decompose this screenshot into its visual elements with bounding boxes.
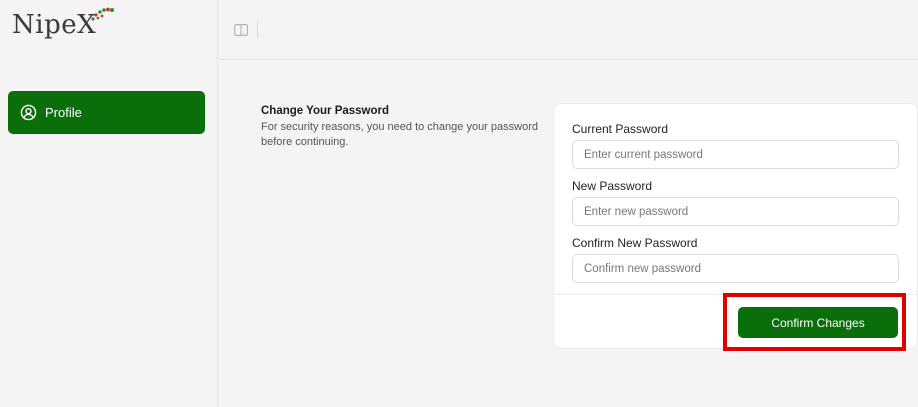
panel-toggle-icon[interactable]: [234, 24, 248, 36]
card-divider: [554, 294, 917, 295]
logo: NipeX: [12, 10, 96, 40]
sidebar-item-profile[interactable]: Profile: [8, 91, 205, 134]
new-password-label: New Password: [572, 179, 653, 193]
confirm-password-label: Confirm New Password: [572, 236, 698, 250]
sidebar: NipeX Profile: [0, 0, 218, 407]
section-description: For security reasons, you need to change…: [261, 121, 538, 148]
confirm-password-input[interactable]: [572, 254, 899, 283]
section-intro: Change Your Password For security reason…: [261, 105, 546, 150]
section-title: Change Your Password: [261, 105, 390, 117]
password-form-card: Current Password New Password Confirm Ne…: [553, 103, 918, 349]
current-password-input[interactable]: [572, 140, 899, 169]
logo-dots-icon: [91, 7, 114, 21]
confirm-changes-button[interactable]: Confirm Changes: [738, 307, 898, 338]
sidebar-item-label: Profile: [45, 105, 82, 120]
current-password-label: Current Password: [572, 122, 669, 136]
logo-text: NipeX: [12, 10, 97, 40]
top-bar: [219, 0, 918, 60]
topbar-divider: [257, 22, 258, 38]
user-circle-icon: [20, 104, 37, 121]
new-password-input[interactable]: [572, 197, 899, 226]
